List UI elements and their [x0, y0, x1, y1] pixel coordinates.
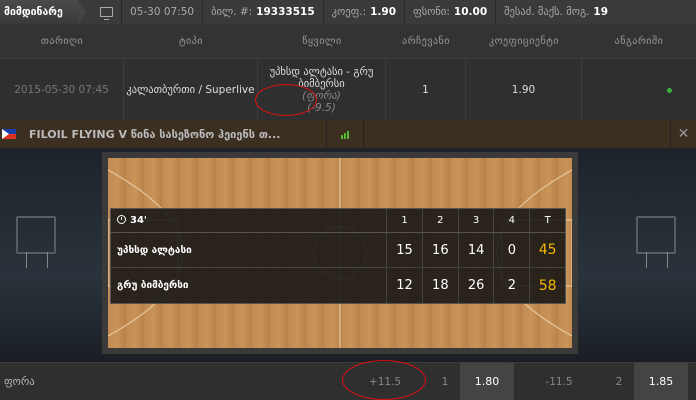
philippines-flag-icon: [2, 129, 16, 139]
coef-info: კოეფ.: 1.90: [322, 0, 404, 24]
ticket-number: 19333515: [256, 6, 315, 18]
tab-live[interactable]: მიმდინარე: [0, 0, 86, 24]
top-bar: მიმდინარე 05-30 07:50 ბილ. #: 19333515 კ…: [0, 0, 696, 24]
monitor-icon: [100, 7, 113, 20]
total-score: 45: [529, 233, 565, 267]
team-row-home: უპხსდ ალტასი 15 16 14 0 45: [111, 233, 565, 268]
stats-bar: [341, 135, 343, 139]
outcome-index-away: 2: [615, 375, 623, 388]
timestamp: 05-30 07:50: [121, 0, 202, 24]
row-type: კალათბურთი / Superlive: [124, 59, 258, 121]
scoreboard: 34' 1 2 3 4 T უპხსდ ალტასი 15 16 14 0 45…: [110, 208, 566, 304]
handicap-value: (-9.5): [307, 102, 336, 114]
status-dot-icon: [666, 87, 672, 93]
header-type: ტიპი: [179, 35, 203, 47]
stake-label: ფსონი:: [413, 6, 450, 18]
tv-button[interactable]: [92, 0, 121, 24]
stake-value: 10.00: [453, 6, 488, 18]
total-label: T: [529, 209, 565, 232]
event-name: უპხსდ ალტასი - გრუ ბიმბერსი: [269, 66, 374, 90]
bets-table-header: თარიღი ტიპი წყვილი არჩევანი კოეფიციენტი …: [0, 24, 696, 58]
period-score: 26: [457, 268, 494, 303]
stake-info: ფსონი: 10.00: [404, 0, 495, 24]
team-name: უპხსდ ალტასი: [117, 244, 192, 256]
odd-home-button[interactable]: 1.80: [460, 362, 514, 400]
period-score: 14: [457, 233, 494, 267]
period-score: 2: [493, 268, 529, 303]
period-label: 1: [386, 209, 422, 232]
header-event: წყვილი: [302, 35, 342, 47]
line-home: +11.5: [368, 375, 402, 388]
header-date: თარიღი: [40, 35, 84, 47]
clock-icon: [117, 215, 126, 224]
scoreboard-header: 34' 1 2 3 4 T: [111, 209, 565, 233]
game-clock: 34': [111, 215, 386, 226]
period-label: 2: [421, 209, 458, 232]
row-event: უპხსდ ალტასი - გრუ ბიმბერსი (ფორა) (-9.5…: [258, 59, 386, 121]
match-title: FILOIL FLYING V წინა სასეზონო ჰეიენს თ..…: [29, 127, 281, 141]
odd-away-button[interactable]: 1.85: [634, 362, 688, 400]
header-score: ანგარიში: [614, 35, 664, 47]
period-score: 12: [386, 268, 422, 303]
clock-value: 34': [130, 215, 147, 226]
header-coefficient: კოეფიციენტი: [489, 35, 559, 47]
handicap-label: (ფორა): [302, 90, 341, 102]
row-status: [582, 59, 696, 121]
header-choice: არჩევანი: [402, 35, 450, 47]
total-score: 58: [529, 268, 565, 303]
market-label: ფორა: [4, 375, 35, 388]
row-date: 2015-05-30 07:45: [0, 59, 124, 121]
table-row[interactable]: 2015-05-30 07:45 კალათბურთი / Superlive …: [0, 58, 696, 121]
max-win-label: შესაძ. მაქს. მოგ.: [504, 6, 590, 18]
ticket-label: ბილ. #:: [211, 6, 253, 18]
live-court-view: 34' 1 2 3 4 T უპხსდ ალტასი 15 16 14 0 45…: [0, 148, 696, 362]
outcome-index-home: 1: [441, 375, 449, 388]
max-win-info: შესაძ. მაქს. მოგ. 19: [495, 0, 616, 24]
right-hoop-icon: [636, 216, 676, 268]
coef-label: კოეფ.:: [331, 6, 367, 18]
team-name: გრუ ბიმბერსი: [117, 280, 189, 291]
match-banner: FILOIL FLYING V წინა სასეზონო ჰეიენს თ..…: [0, 120, 696, 148]
stats-bar: [344, 133, 346, 139]
period-label: 4: [493, 209, 529, 232]
max-win-value: 19: [593, 6, 609, 18]
period-score: 0: [493, 233, 529, 267]
line-away: -11.5: [545, 375, 573, 388]
period-score: 16: [421, 233, 458, 267]
row-choice: 1: [386, 59, 466, 121]
team-row-away: გრუ ბიმბერსი 12 18 26 2 58: [111, 268, 565, 303]
handicap-market-row: ფორა +11.5 1 1.80 -11.5 2 1.85: [0, 362, 696, 400]
stats-button[interactable]: [326, 120, 364, 148]
coef-value: 1.90: [370, 6, 397, 18]
period-score: 18: [421, 268, 458, 303]
ticket-info: ბილ. #: 19333515: [202, 0, 323, 24]
period-score: 15: [386, 233, 422, 267]
row-coefficient: 1.90: [466, 59, 582, 121]
close-button[interactable]: ✕: [670, 120, 696, 148]
stats-bar: [347, 131, 349, 139]
left-hoop-icon: [16, 216, 56, 268]
period-label: 3: [457, 209, 494, 232]
